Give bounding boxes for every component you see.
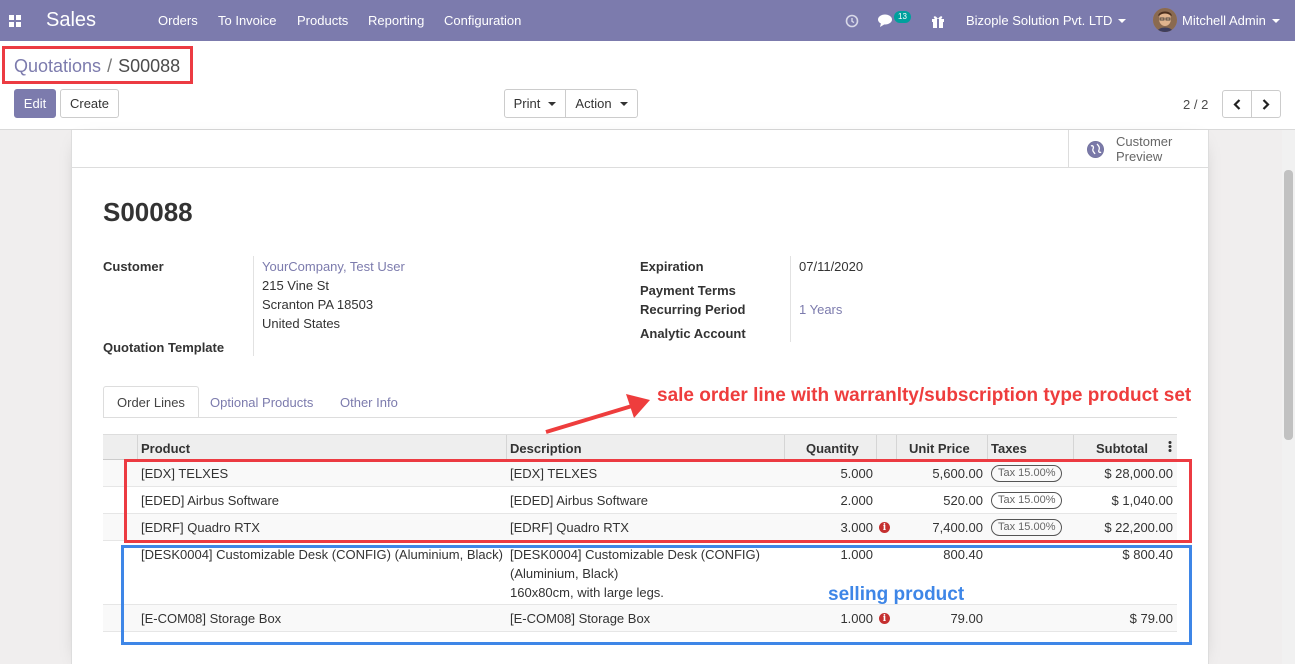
column-separator [137, 435, 138, 460]
selling-lines-highlight-box [121, 545, 1192, 645]
chevron-down-icon [1271, 18, 1280, 23]
chat-icon[interactable] [878, 0, 894, 41]
column-separator [896, 435, 897, 460]
tab-order-lines[interactable]: Order Lines [103, 386, 199, 418]
print-dropdown-button[interactable]: Print [504, 89, 566, 118]
header-taxes[interactable]: Taxes [991, 441, 1027, 456]
gift-icon[interactable] [931, 0, 945, 41]
action-label: Action [575, 96, 612, 111]
company-name: Bizople Solution Pvt. LTD [966, 13, 1113, 28]
edit-button[interactable]: Edit [14, 89, 56, 118]
scrollbar[interactable] [1282, 130, 1295, 664]
quotation-template-label: Quotation Template [103, 340, 225, 355]
tab-optional-products[interactable]: Optional Products [197, 386, 326, 418]
menu-reporting[interactable]: Reporting [368, 0, 424, 41]
column-separator [1073, 435, 1074, 460]
pager-value: 2 / 2 [1183, 97, 1209, 112]
menu-configuration[interactable]: Configuration [444, 0, 521, 41]
company-switcher[interactable]: Bizople Solution Pvt. LTD [966, 0, 1127, 41]
breadcrumb-highlight-box [2, 46, 193, 84]
expiration-label: Expiration [640, 259, 704, 274]
activity-clock-icon[interactable] [845, 0, 859, 41]
pager-next-button[interactable] [1251, 90, 1281, 118]
customer-label: Customer [103, 259, 164, 274]
column-options-icon[interactable] [1168, 440, 1172, 456]
recurring-period-label: Recurring Period [640, 302, 746, 317]
chevron-left-icon [1233, 98, 1241, 110]
scrollbar-thumb[interactable] [1284, 170, 1293, 440]
column-separator [876, 435, 877, 460]
menu-products[interactable]: Products [297, 0, 348, 41]
recurring-period-value[interactable]: 1 Years [799, 302, 842, 317]
customer-link[interactable]: YourCompany, Test User [262, 259, 405, 274]
avatar[interactable] [1153, 8, 1177, 32]
print-label: Print [513, 96, 541, 111]
header-quantity[interactable]: Quantity [806, 441, 859, 456]
top-navbar: Sales Orders To Invoice Products Reporti… [0, 0, 1295, 41]
preview-line2: Preview [1116, 149, 1163, 164]
payment-terms-label: Payment Terms [640, 283, 736, 298]
expiration-value[interactable]: 07/11/2020 [799, 259, 863, 274]
header-product[interactable]: Product [141, 441, 190, 456]
header-subtotal[interactable]: Subtotal [1096, 441, 1148, 456]
field-divider [790, 256, 791, 342]
messages-count-badge: 13 [894, 11, 911, 23]
pager-previous-button[interactable] [1222, 90, 1252, 118]
tab-other-info[interactable]: Other Info [327, 386, 411, 418]
annotation-arrow-icon [545, 394, 650, 434]
create-button[interactable]: Create [60, 89, 119, 118]
globe-icon [1087, 140, 1104, 158]
document-title: S00088 [103, 197, 193, 227]
chevron-down-icon [619, 101, 628, 106]
field-divider [253, 256, 254, 356]
header-description[interactable]: Description [510, 441, 582, 456]
app-name[interactable]: Sales [46, 0, 96, 41]
annotation-selling-text: selling product [828, 584, 965, 605]
customer-preview-button[interactable]: Customer Preview [1068, 130, 1208, 168]
user-menu[interactable]: Mitchell Admin [1182, 0, 1280, 41]
header-unit-price[interactable]: Unit Price [909, 441, 970, 456]
menu-orders[interactable]: Orders [158, 0, 198, 41]
menu-to-invoice[interactable]: To Invoice [218, 0, 277, 41]
chevron-right-icon [1262, 98, 1270, 110]
address-line-3: United States [262, 316, 341, 331]
warranty-lines-highlight-box [124, 459, 1192, 543]
customer-preview-label: Customer Preview [1116, 134, 1172, 164]
apps-menu-icon[interactable] [9, 0, 23, 41]
address-line-1: 215 Vine St [262, 278, 329, 293]
control-panel: Quotations / S00088 Edit Create Print Acti… [0, 41, 1295, 130]
column-separator [987, 435, 988, 460]
analytic-account-label: Analytic Account [640, 326, 746, 341]
preview-line1: Customer [1116, 134, 1173, 149]
user-name: Mitchell Admin [1182, 13, 1266, 28]
column-separator [784, 435, 785, 460]
chevron-down-icon [1118, 18, 1127, 23]
column-separator [506, 435, 507, 460]
address-line-2: Scranton PA 18503 [262, 297, 374, 312]
action-dropdown-button[interactable]: Action [565, 89, 638, 118]
chevron-down-icon [548, 101, 557, 106]
annotation-warranty-text: sale order line with warranlty/subscript… [657, 385, 1192, 406]
button-box: Customer Preview [72, 130, 1208, 168]
